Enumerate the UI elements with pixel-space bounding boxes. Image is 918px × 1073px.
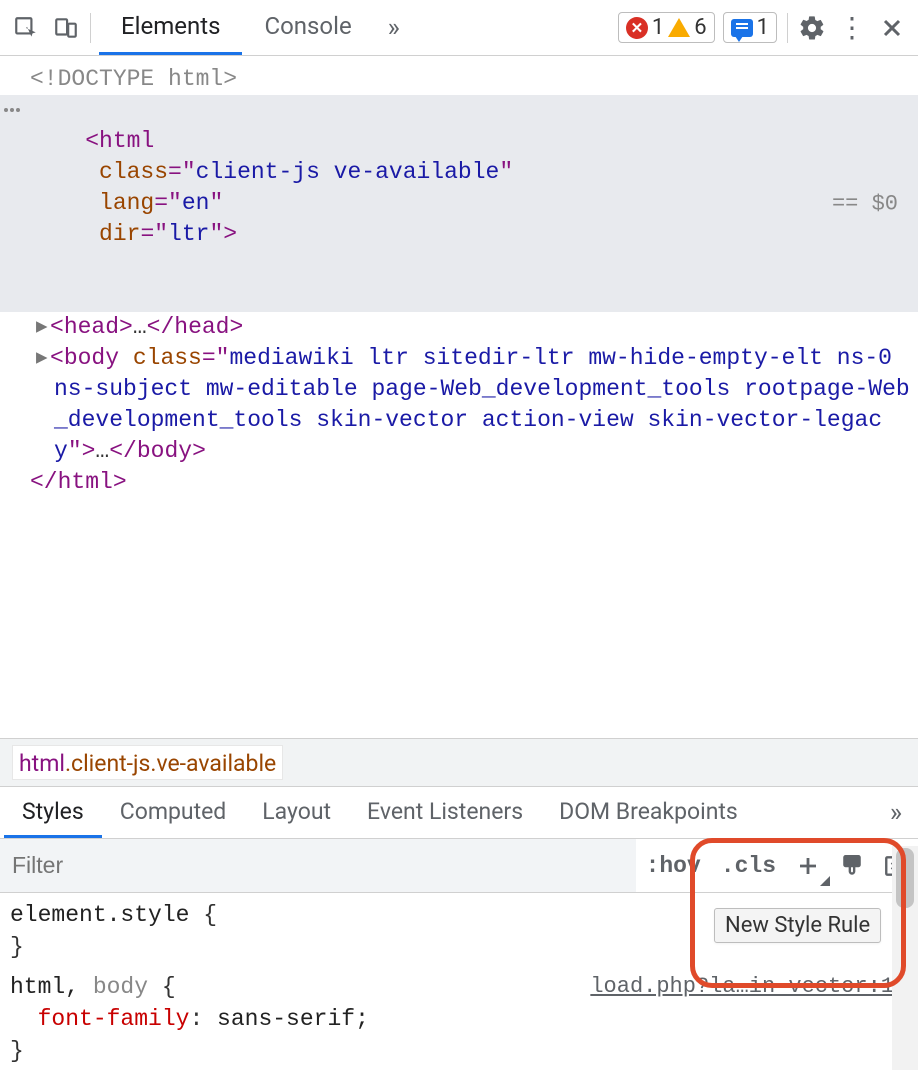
styles-toolbar: :hov .cls: [0, 839, 918, 893]
messages-badge[interactable]: 1: [723, 12, 777, 43]
dom-node-head[interactable]: ▸<head>…</head>: [0, 312, 918, 343]
styles-subtabs: Styles Computed Layout Event Listeners D…: [0, 787, 918, 839]
tab-elements[interactable]: Elements: [99, 0, 242, 55]
dom-breadcrumb[interactable]: html.client-js.ve-available: [0, 738, 918, 787]
breadcrumb-tag[interactable]: html: [19, 750, 65, 777]
message-icon: [731, 19, 753, 37]
settings-icon[interactable]: [792, 8, 832, 48]
rule-source-link[interactable]: load.php?la…in-vector:1: [590, 971, 894, 1003]
toolbar-divider: [90, 13, 91, 43]
new-style-rule-tooltip: New Style Rule: [714, 908, 881, 943]
devtools-toolbar: Elements Console » ✕ 1 6 1 ⋮: [0, 0, 918, 56]
main-tabs: Elements Console »: [99, 0, 618, 55]
dom-node-html-close[interactable]: </html>: [0, 467, 918, 498]
cls-toggle[interactable]: .cls: [711, 853, 786, 879]
css-rule[interactable]: load.php?la…in-vector:1 html, body { fon…: [10, 971, 908, 1067]
warning-count: 6: [694, 15, 706, 40]
styles-scrollbar[interactable]: [892, 846, 918, 1070]
dom-node-html[interactable]: <html class="client-js ve-available" lan…: [0, 95, 918, 312]
subtab-computed[interactable]: Computed: [102, 787, 245, 838]
error-count: 1: [652, 15, 664, 40]
subtab-styles[interactable]: Styles: [4, 787, 102, 838]
subtab-dom-breakpoints[interactable]: DOM Breakpoints: [541, 787, 756, 838]
dom-node-body[interactable]: ▸<body class="mediawiki ltr sitedir-ltr …: [0, 343, 918, 467]
errors-warnings-badge[interactable]: ✕ 1 6: [618, 12, 715, 43]
kebab-menu-icon[interactable]: ⋮: [832, 8, 872, 48]
scrollbar-thumb[interactable]: [896, 848, 914, 908]
issue-badges: ✕ 1 6 1: [618, 12, 777, 43]
breadcrumb-classes[interactable]: .client-js.ve-available: [65, 750, 276, 777]
message-count: 1: [757, 15, 769, 40]
hover-toggle[interactable]: :hov: [636, 853, 711, 879]
close-icon[interactable]: [872, 8, 912, 48]
subtab-layout[interactable]: Layout: [244, 787, 349, 838]
styles-filter-input[interactable]: [0, 839, 636, 892]
inspect-element-icon[interactable]: [6, 8, 46, 48]
paint-flashing-icon[interactable]: [830, 844, 874, 888]
more-tabs-icon[interactable]: »: [374, 8, 414, 48]
device-toolbar-icon[interactable]: [46, 8, 86, 48]
subtab-event-listeners[interactable]: Event Listeners: [349, 787, 541, 838]
dom-node-doctype[interactable]: <!DOCTYPE html>: [0, 64, 918, 95]
tab-console[interactable]: Console: [242, 0, 373, 55]
error-icon: ✕: [626, 17, 648, 39]
dom-tree[interactable]: <!DOCTYPE html> <html class="client-js v…: [0, 56, 918, 738]
warning-icon: [668, 18, 690, 37]
more-subtabs-icon[interactable]: »: [878, 798, 914, 828]
new-style-rule-button[interactable]: [786, 844, 830, 888]
console-ref: == $0: [832, 188, 898, 219]
toolbar-divider: [787, 13, 788, 43]
